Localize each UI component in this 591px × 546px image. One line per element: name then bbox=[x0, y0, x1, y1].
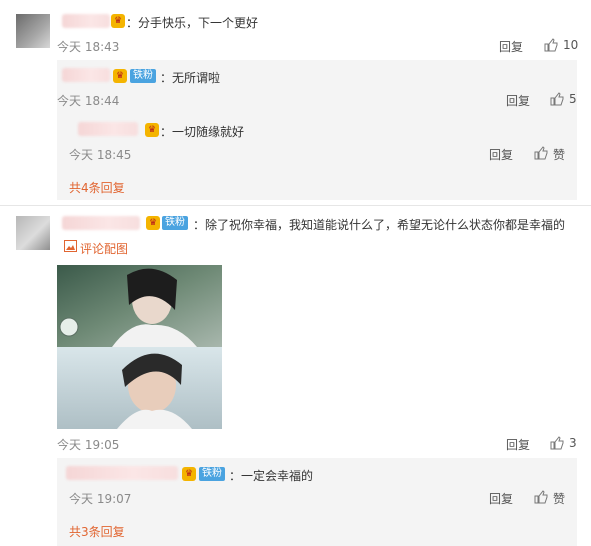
crown-icon: ♛ bbox=[113, 69, 127, 83]
like-count[interactable]: 5 bbox=[569, 92, 577, 106]
reply-button[interactable]: 回复 bbox=[499, 38, 523, 55]
thumbs-up-icon[interactable] bbox=[550, 92, 564, 106]
reply-text: ：一切随缘就好 bbox=[160, 125, 245, 139]
avatar[interactable] bbox=[16, 216, 50, 250]
image-icon[interactable] bbox=[64, 240, 77, 252]
comment-image-link[interactable]: 评论配图 bbox=[80, 240, 128, 257]
username[interactable] bbox=[62, 14, 110, 28]
reply-button[interactable]: 回复 bbox=[506, 92, 530, 109]
comment-time: 今天 18:43 bbox=[57, 40, 120, 54]
comment-time: 今天 19:05 bbox=[57, 438, 120, 452]
thumbs-up-icon[interactable] bbox=[534, 490, 548, 504]
crown-icon: ♛ bbox=[182, 467, 196, 481]
thumbs-up-icon[interactable] bbox=[550, 436, 564, 450]
like-count[interactable]: 3 bbox=[569, 436, 577, 450]
reply-time: 今天 19:07 bbox=[69, 492, 132, 506]
reply-button[interactable]: 回复 bbox=[489, 146, 513, 163]
username[interactable] bbox=[66, 466, 178, 480]
crown-icon: ♛ bbox=[111, 14, 125, 28]
reply-button[interactable]: 回复 bbox=[506, 436, 530, 453]
reply-time: 今天 18:45 bbox=[69, 148, 132, 162]
like-count[interactable]: 10 bbox=[563, 38, 578, 52]
comment-text: ：除了祝你幸福，我知道能说什么了，希望无论什么状态你都是幸福的 bbox=[193, 218, 566, 232]
reply-time: 今天 18:44 bbox=[57, 94, 120, 108]
avatar[interactable] bbox=[16, 14, 50, 48]
like-button-label[interactable]: 赞 bbox=[553, 490, 565, 507]
thumbs-up-icon[interactable] bbox=[544, 38, 558, 52]
fan-badge: 铁粉 bbox=[162, 216, 188, 230]
more-replies-link[interactable]: 共4条回复 bbox=[69, 179, 125, 196]
crown-icon: ♛ bbox=[146, 216, 160, 230]
reply-text: ：无所谓啦 bbox=[160, 71, 221, 85]
like-button-label[interactable]: 赞 bbox=[553, 146, 565, 163]
fan-badge: 铁粉 bbox=[130, 69, 156, 83]
reply-text: ：一定会幸福的 bbox=[229, 469, 314, 483]
comment-photo[interactable] bbox=[57, 265, 222, 429]
more-replies-link[interactable]: 共3条回复 bbox=[69, 523, 125, 540]
username[interactable] bbox=[62, 216, 140, 230]
username[interactable] bbox=[78, 122, 138, 136]
crown-icon: ♛ bbox=[145, 123, 159, 137]
comment-text: ：分手快乐，下一个更好 bbox=[126, 16, 259, 30]
fan-badge: 铁粉 bbox=[199, 467, 225, 481]
reply-button[interactable]: 回复 bbox=[489, 490, 513, 507]
thumbs-up-icon[interactable] bbox=[534, 146, 548, 160]
username[interactable] bbox=[62, 68, 110, 82]
divider bbox=[0, 205, 591, 206]
